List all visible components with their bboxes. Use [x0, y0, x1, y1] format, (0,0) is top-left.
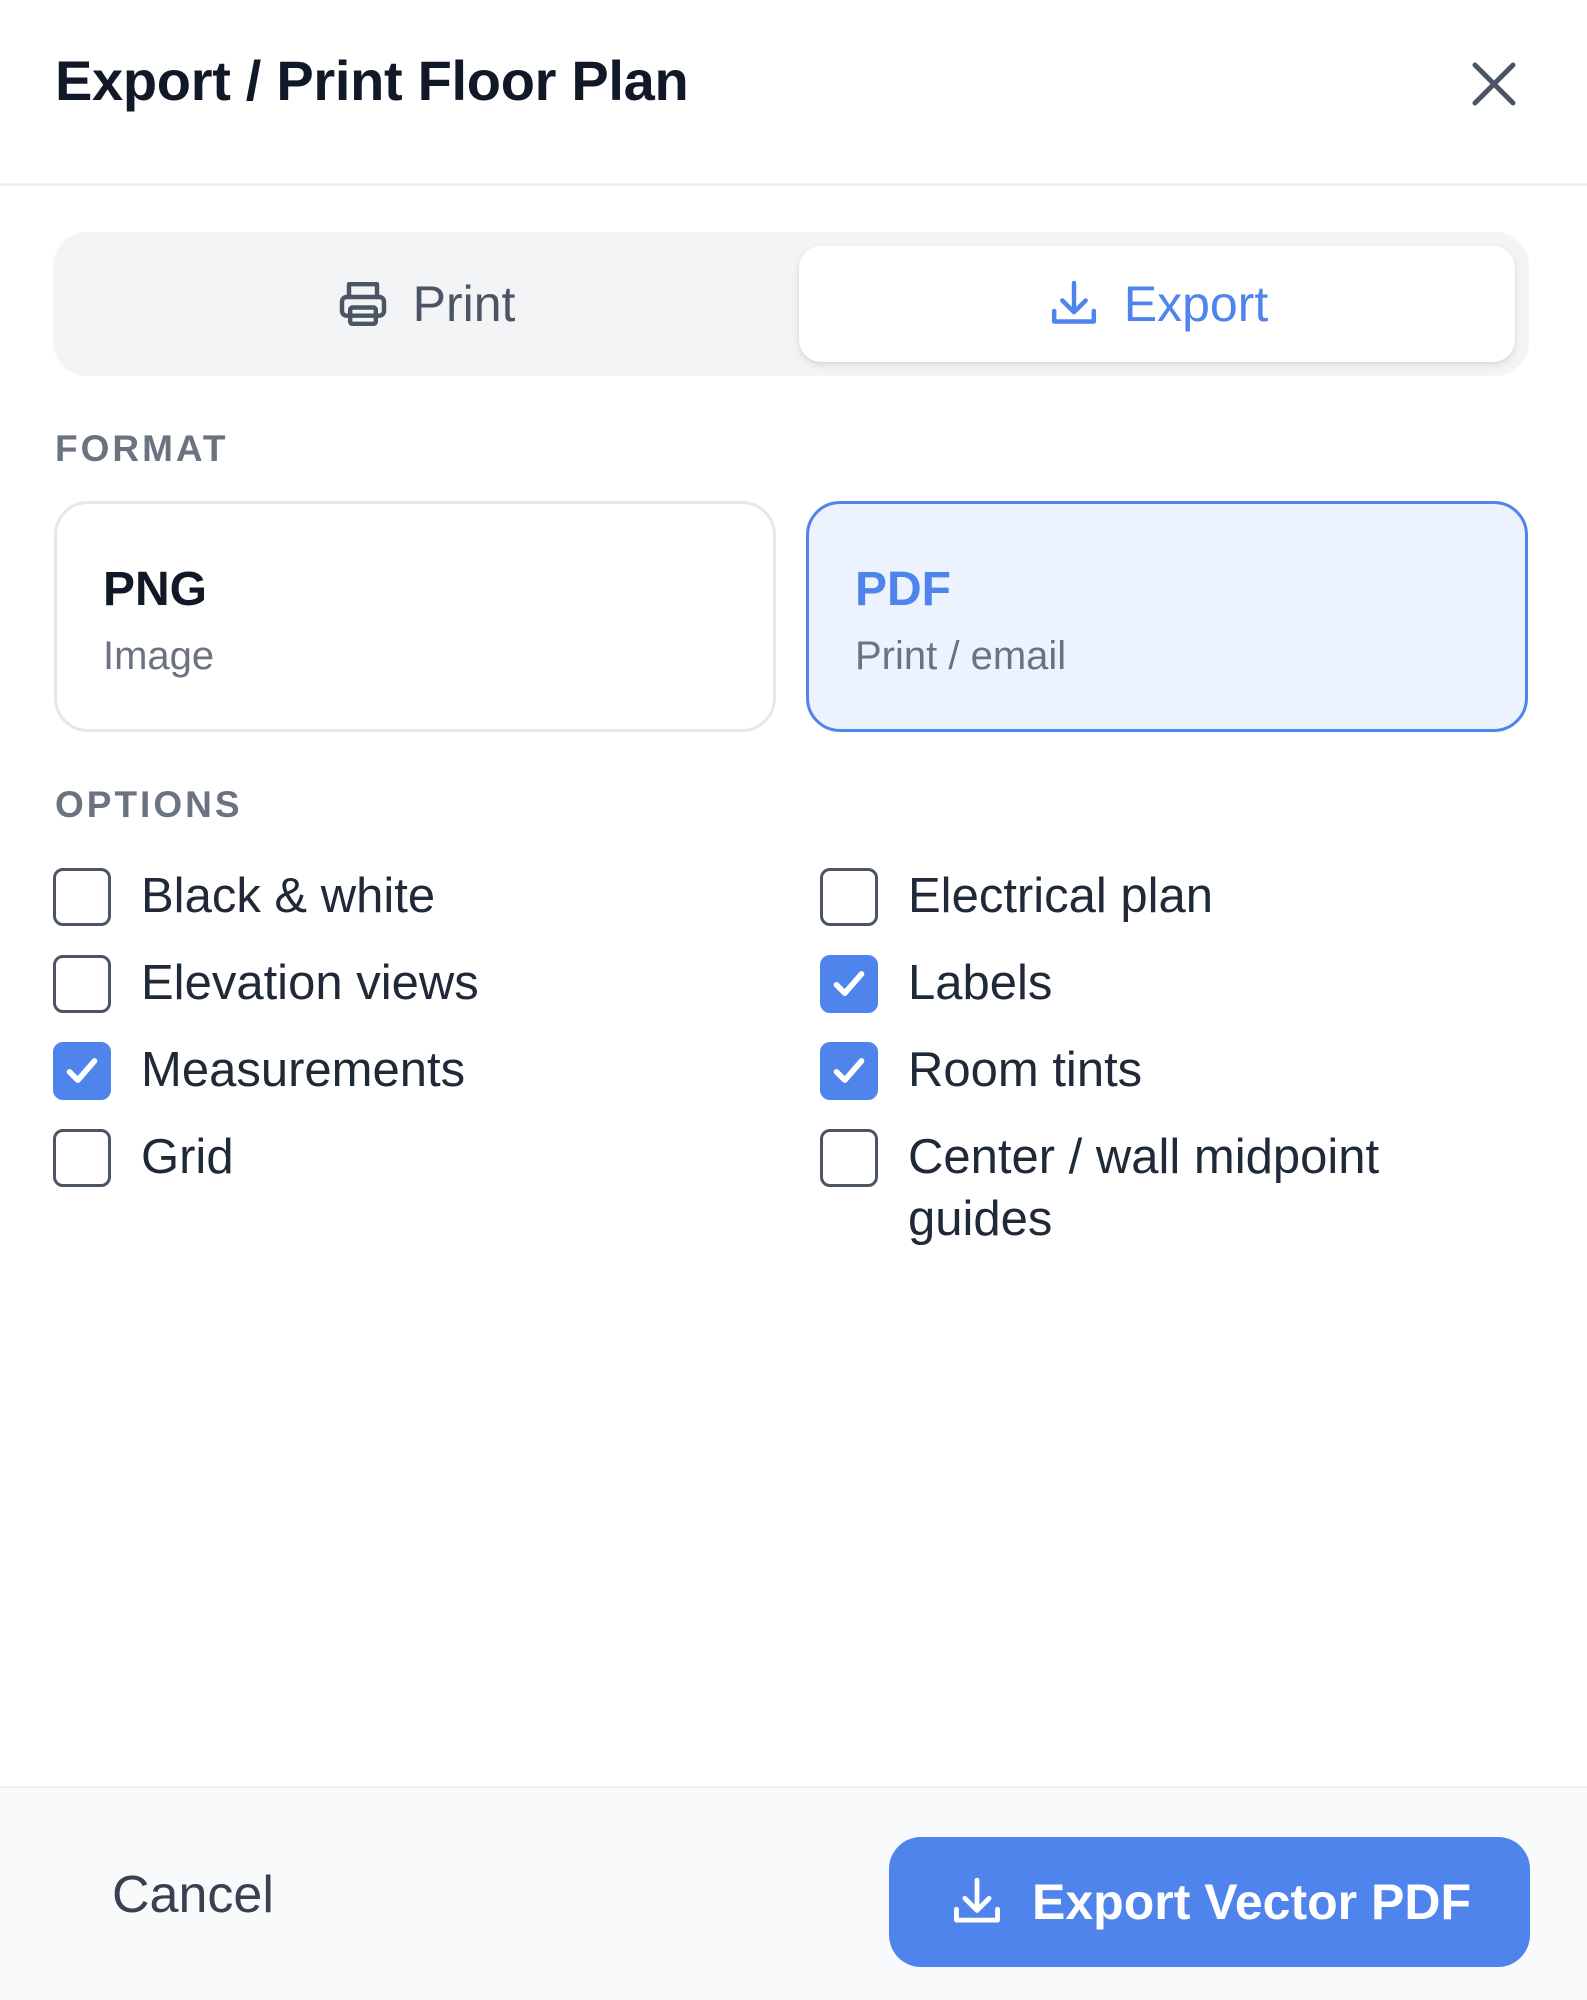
checkbox[interactable] [820, 868, 878, 926]
format-option-title: PNG [103, 563, 208, 616]
tab-export-label: Export [1123, 276, 1269, 332]
options-section-label: OPTIONS [55, 784, 243, 825]
checkmark-icon [66, 1058, 98, 1083]
checkbox[interactable] [53, 955, 111, 1013]
option-label: Electrical plan [908, 869, 1214, 923]
export-vector-pdf-button[interactable]: Export Vector PDF [889, 1837, 1530, 1967]
option-center-guides[interactable]: Center / wall midpoint guides [820, 1129, 1468, 1246]
format-option-pdf[interactable]: PDF Print / email [806, 501, 1528, 732]
tab-export[interactable]: Export [799, 246, 1515, 362]
checkbox[interactable] [820, 955, 878, 1013]
close-button[interactable] [1456, 52, 1532, 116]
checkmark-icon [833, 1058, 865, 1083]
export-print-dialog: Export / Print Floor Plan Print Export F [0, 0, 1587, 2000]
checkbox[interactable] [53, 868, 111, 926]
checkmark-icon [833, 971, 865, 996]
option-measurements[interactable]: Measurements [53, 1042, 465, 1102]
format-option-subtitle: Image [103, 634, 215, 678]
cancel-button[interactable]: Cancel [84, 1858, 302, 1932]
format-option-png[interactable]: PNG Image [54, 501, 776, 732]
format-option-subtitle: Print / email [855, 634, 1067, 678]
mode-tabs: Print Export [53, 232, 1529, 376]
checkbox[interactable] [53, 1129, 111, 1187]
option-electrical-plan[interactable]: Electrical plan [820, 868, 1213, 928]
tab-print-label: Print [412, 276, 516, 332]
option-label: Center / wall midpoint guides [908, 1130, 1380, 1246]
option-label: Measurements [141, 1043, 466, 1097]
printer-icon [339, 281, 386, 327]
dialog-title: Export / Print Floor Plan [55, 49, 689, 112]
download-icon [1051, 280, 1096, 324]
checkbox[interactable] [820, 1042, 878, 1100]
checkbox[interactable] [53, 1042, 111, 1100]
dialog-header: Export / Print Floor Plan [0, 0, 1587, 186]
dialog-footer: Cancel Export Vector PDF [0, 1786, 1587, 2000]
option-label: Grid [141, 1130, 234, 1184]
option-grid[interactable]: Grid [53, 1129, 234, 1189]
checkbox[interactable] [820, 1129, 878, 1187]
close-icon [1472, 62, 1516, 106]
option-labels[interactable]: Labels [820, 955, 1052, 1015]
option-label: Labels [908, 956, 1053, 1010]
primary-button-label: Export Vector PDF [1032, 1874, 1471, 1930]
option-label: Elevation views [141, 956, 479, 1010]
format-option-title: PDF [855, 563, 951, 616]
option-black-white[interactable]: Black & white [53, 868, 435, 928]
option-elevation-views[interactable]: Elevation views [53, 955, 479, 1015]
option-label: Room tints [908, 1043, 1143, 1097]
option-label: Black & white [141, 869, 436, 923]
download-icon [954, 1877, 1000, 1923]
tab-print[interactable]: Print [67, 246, 783, 362]
option-room-tints[interactable]: Room tints [820, 1042, 1142, 1102]
format-section-label: FORMAT [55, 428, 229, 469]
